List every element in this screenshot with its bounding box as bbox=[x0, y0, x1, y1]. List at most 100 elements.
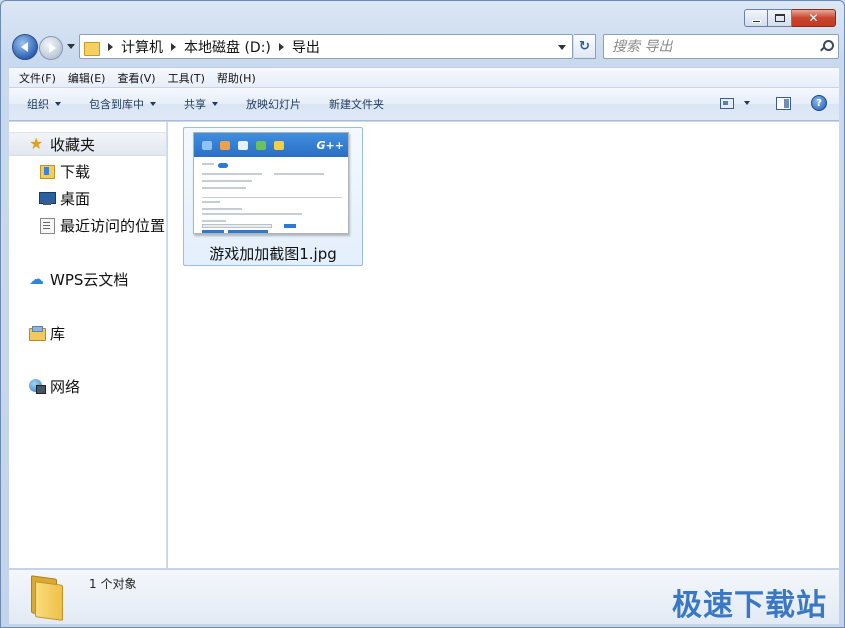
nav-downloads-label: 下载 bbox=[60, 162, 91, 181]
nav-recent-places-label: 最近访问的位置 bbox=[60, 216, 166, 235]
breadcrumb-computer[interactable]: 计算机 bbox=[121, 37, 163, 57]
breadcrumb-local-disk[interactable]: 本地磁盘 (D:) bbox=[184, 37, 271, 57]
nav-wps-cloud-label: WPS云文档 bbox=[50, 270, 129, 289]
thumbnail-divider bbox=[202, 197, 342, 198]
watermark-logo: 极速下载站 bbox=[672, 588, 827, 623]
file-name[interactable]: 游戏加加截图1.jpg bbox=[184, 243, 362, 264]
share-button[interactable]: 共享 bbox=[184, 96, 218, 112]
image-thumbnail: G++ bbox=[193, 132, 349, 234]
change-view-icon[interactable] bbox=[720, 97, 734, 109]
thumbnail-tab-icon bbox=[238, 141, 248, 150]
preview-pane-icon[interactable] bbox=[776, 96, 791, 110]
network-icon bbox=[29, 378, 46, 394]
close-button[interactable]: ✕ bbox=[792, 9, 836, 27]
view-options-dropdown[interactable] bbox=[744, 101, 750, 105]
nav-favorites-label: 收藏夹 bbox=[50, 135, 96, 154]
desktop-icon bbox=[39, 190, 56, 206]
thumbnail-line bbox=[202, 220, 226, 222]
refresh-button[interactable]: ↻ bbox=[574, 34, 596, 59]
nav-downloads[interactable]: 下载 bbox=[9, 159, 166, 183]
thumbnail-line bbox=[202, 163, 214, 165]
thumbnail-button bbox=[228, 230, 268, 233]
libraries-icon bbox=[29, 325, 46, 341]
search-input[interactable] bbox=[612, 38, 802, 55]
thumbnail-line bbox=[202, 173, 262, 175]
thumbnail-line bbox=[202, 213, 302, 215]
item-count: 1 个对象 bbox=[89, 577, 137, 591]
chevron-down-icon bbox=[212, 102, 218, 106]
slideshow-button[interactable]: 放映幻灯片 bbox=[246, 96, 301, 112]
thumbnail-line bbox=[274, 173, 324, 175]
thumbnail-line bbox=[202, 187, 246, 189]
chevron-down-icon bbox=[55, 102, 61, 106]
new-folder-label: 新建文件夹 bbox=[329, 98, 384, 111]
close-icon: ✕ bbox=[808, 11, 819, 25]
menu-tools[interactable]: 工具(T) bbox=[162, 70, 211, 86]
thumbnail-logo: G++ bbox=[316, 139, 344, 152]
share-label: 共享 bbox=[184, 98, 206, 111]
nav-favorites[interactable]: ★ 收藏夹 bbox=[9, 132, 166, 156]
breadcrumb-separator-icon[interactable] bbox=[278, 42, 284, 51]
thumbnail-line bbox=[202, 180, 252, 182]
breadcrumb-separator-icon[interactable] bbox=[171, 42, 176, 51]
address-bar[interactable]: 计算机 本地磁盘 (D:) 导出 bbox=[79, 34, 573, 59]
slideshow-label: 放映幻灯片 bbox=[246, 98, 301, 111]
nav-network-label: 网络 bbox=[50, 377, 81, 396]
minimize-icon bbox=[751, 19, 761, 23]
include-in-library-button[interactable]: 包含到库中 bbox=[89, 96, 156, 112]
thumbnail-tab-icon bbox=[256, 141, 266, 150]
nav-wps-cloud[interactable]: ☁ WPS云文档 bbox=[9, 267, 166, 291]
navigation-pane: ★ 收藏夹 下载 桌面 最近访问的位置 ☁ WPS云文档 库 网络 bbox=[9, 122, 167, 568]
forward-button[interactable] bbox=[39, 36, 63, 60]
cloud-icon: ☁ bbox=[29, 270, 44, 288]
thumbnail-field bbox=[202, 224, 272, 228]
address-history-dropdown[interactable] bbox=[558, 45, 566, 50]
thumbnail-button bbox=[284, 224, 296, 228]
organize-label: 组织 bbox=[27, 98, 49, 111]
nav-desktop[interactable]: 桌面 bbox=[9, 186, 166, 210]
maximize-icon bbox=[774, 14, 785, 22]
help-icon[interactable]: ? bbox=[811, 95, 827, 111]
back-arrow-icon bbox=[20, 42, 28, 52]
thumbnail-line bbox=[202, 201, 220, 203]
star-icon: ★ bbox=[29, 134, 44, 153]
chevron-down-icon bbox=[150, 102, 156, 106]
recent-pages-dropdown[interactable] bbox=[67, 44, 75, 49]
nav-libraries-label: 库 bbox=[50, 324, 66, 343]
command-bar: 组织 包含到库中 共享 放映幻灯片 新建文件夹 ? bbox=[9, 87, 839, 121]
breadcrumb-export[interactable]: 导出 bbox=[292, 37, 320, 57]
menu-help[interactable]: 帮助(H) bbox=[211, 70, 262, 86]
breadcrumb-separator-icon[interactable] bbox=[108, 42, 113, 51]
thumbnail-tab-icon bbox=[202, 141, 212, 150]
explorer-window: ✕ 计算机 本地磁盘 (D:) 导出 ↻ 文件(F) 编辑(E) 查看(V) 工… bbox=[0, 0, 845, 628]
forward-arrow-icon bbox=[48, 43, 56, 53]
maximize-button[interactable] bbox=[768, 9, 792, 27]
caption-buttons: ✕ bbox=[744, 9, 836, 27]
include-in-library-label: 包含到库中 bbox=[89, 98, 144, 111]
thumbnail-button bbox=[202, 230, 224, 233]
new-folder-button[interactable]: 新建文件夹 bbox=[329, 96, 384, 112]
nav-network[interactable]: 网络 bbox=[9, 374, 166, 398]
menu-view[interactable]: 查看(V) bbox=[111, 70, 161, 86]
minimize-button[interactable] bbox=[744, 9, 768, 27]
nav-desktop-label: 桌面 bbox=[60, 189, 91, 208]
organize-button[interactable]: 组织 bbox=[27, 96, 61, 112]
search-box[interactable] bbox=[603, 34, 839, 59]
folder-icon bbox=[84, 40, 100, 56]
file-list-pane[interactable]: G++ 游戏加加截图1.jpg bbox=[168, 122, 839, 568]
thumbnail-toggle bbox=[218, 163, 228, 168]
recent-places-icon bbox=[39, 217, 55, 234]
file-item[interactable]: G++ 游戏加加截图1.jpg bbox=[183, 127, 363, 266]
search-icon[interactable] bbox=[820, 40, 834, 52]
menu-file[interactable]: 文件(F) bbox=[13, 70, 62, 86]
details-pane: 1 个对象 极速下载站 bbox=[9, 569, 839, 624]
menu-edit[interactable]: 编辑(E) bbox=[62, 70, 112, 86]
nav-libraries[interactable]: 库 bbox=[9, 321, 166, 345]
thumbnail-line bbox=[202, 208, 242, 210]
thumbnail-tab-icon bbox=[274, 141, 284, 150]
nav-recent-places[interactable]: 最近访问的位置 bbox=[9, 213, 166, 237]
menu-bar: 文件(F) 编辑(E) 查看(V) 工具(T) 帮助(H) bbox=[9, 67, 839, 87]
back-button[interactable] bbox=[12, 34, 38, 60]
navigation-row: 计算机 本地磁盘 (D:) 导出 ↻ bbox=[9, 33, 839, 61]
thumbnail-header: G++ bbox=[194, 133, 348, 157]
